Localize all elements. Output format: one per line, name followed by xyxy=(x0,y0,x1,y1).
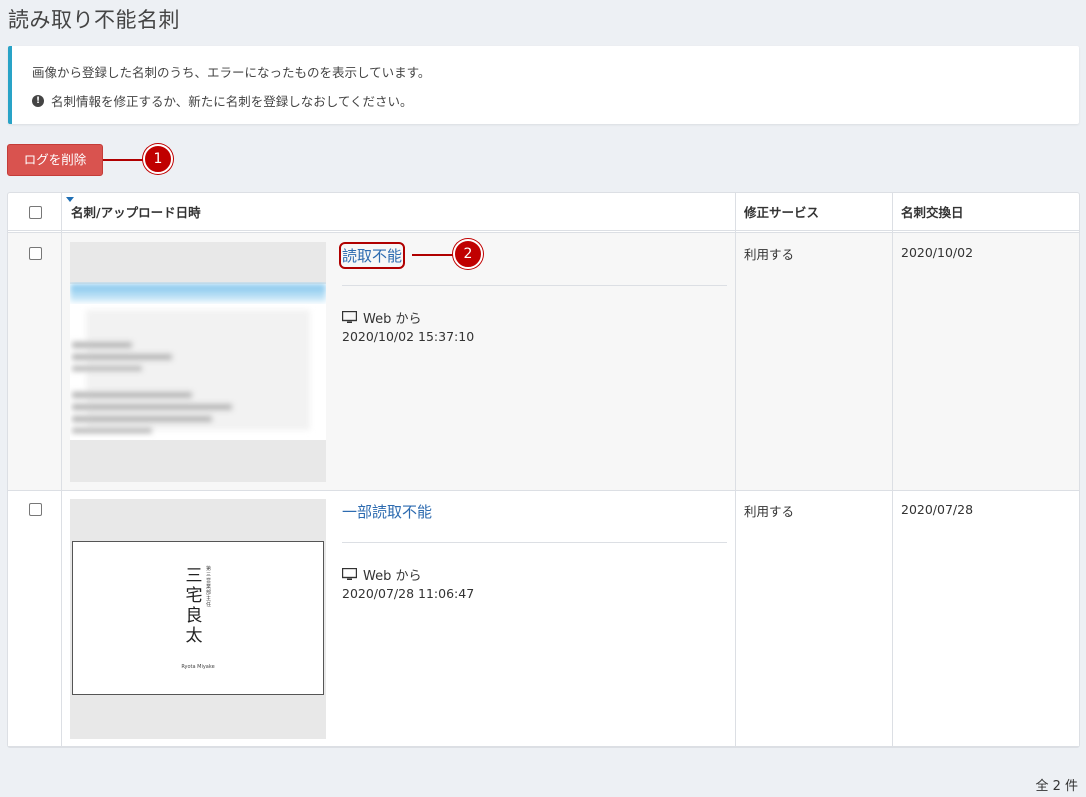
callout-badge-2: 2 xyxy=(453,239,483,269)
correction-service: 利用する xyxy=(744,247,795,262)
card-thumbnail[interactable] xyxy=(70,242,326,482)
column-divider xyxy=(892,193,893,747)
exchange-date: 2020/10/02 xyxy=(901,245,974,260)
card-name-text: 三宅 良太 xyxy=(185,566,203,646)
monitor-icon xyxy=(342,568,357,580)
exclamation-circle-icon: ! xyxy=(32,94,44,107)
info-instruction-text: 名刺情報を修正するか、新たに名刺を登録しなおしてください。 xyxy=(51,94,413,109)
card-romaji: Ryota Miyake xyxy=(181,664,215,670)
row-checkbox[interactable] xyxy=(29,247,42,260)
error-card-table: 名刺/アップロード日時 修正サービス 名刺交換日 読取不能 2 Web から 2… xyxy=(7,192,1080,748)
column-header-exchange-date[interactable]: 名刺交換日 xyxy=(901,193,964,233)
info-message: 画像から登録した名刺のうち、エラーになったものを表示しています。 xyxy=(32,65,431,80)
column-divider xyxy=(61,193,62,747)
upload-timestamp: 2020/07/28 11:06:47 xyxy=(342,586,475,601)
table-row: 三宅 良太 第三営業部 主任 Ryota Miyake 一部読取不能 Web か… xyxy=(8,491,1079,747)
card-title: 第三営業部 主任 xyxy=(206,566,212,608)
upload-source-label: Web から xyxy=(363,312,422,327)
page-title: 読み取り不能名刺 xyxy=(8,8,180,32)
row-checkbox[interactable] xyxy=(29,503,42,516)
upload-timestamp: 2020/10/02 15:37:10 xyxy=(342,329,475,344)
blurred-card-image xyxy=(70,284,326,482)
delete-log-button[interactable]: ログを削除 xyxy=(7,144,103,176)
total-count: 全 2 件 xyxy=(1035,779,1078,794)
card-status-link[interactable]: 読取不能 xyxy=(338,242,406,269)
divider xyxy=(342,285,727,286)
info-box: 画像から登録した名刺のうち、エラーになったものを表示しています。 ! 名刺情報を… xyxy=(8,46,1079,124)
callout-badge-1: 1 xyxy=(143,144,173,174)
column-divider xyxy=(735,193,736,747)
table-row: 読取不能 2 Web から 2020/10/02 15:37:10 利用する 2… xyxy=(8,233,1079,491)
select-all-checkbox[interactable] xyxy=(29,206,42,219)
card-thumbnail[interactable]: 三宅 良太 第三営業部 主任 Ryota Miyake xyxy=(70,499,326,739)
column-header-card[interactable]: 名刺/アップロード日時 xyxy=(71,193,201,233)
upload-source: Web から xyxy=(342,565,421,584)
card-status-link[interactable]: 一部読取不能 xyxy=(342,501,432,522)
upload-source-label: Web から xyxy=(363,569,422,584)
exchange-date: 2020/07/28 xyxy=(901,502,974,517)
correction-service: 利用する xyxy=(744,504,795,519)
card-name: 三宅 良太 xyxy=(185,566,203,646)
monitor-icon xyxy=(342,311,357,323)
info-instruction: ! 名刺情報を修正するか、新たに名刺を登録しなおしてください。 xyxy=(32,91,413,110)
business-card-image: 三宅 良太 第三営業部 主任 Ryota Miyake xyxy=(72,541,324,695)
column-header-service[interactable]: 修正サービス xyxy=(744,193,819,233)
divider xyxy=(342,542,727,543)
upload-source: Web から xyxy=(342,308,421,327)
callout-connector xyxy=(412,254,454,256)
callout-connector xyxy=(103,159,145,161)
table-header: 名刺/アップロード日時 修正サービス 名刺交換日 xyxy=(8,193,1079,233)
